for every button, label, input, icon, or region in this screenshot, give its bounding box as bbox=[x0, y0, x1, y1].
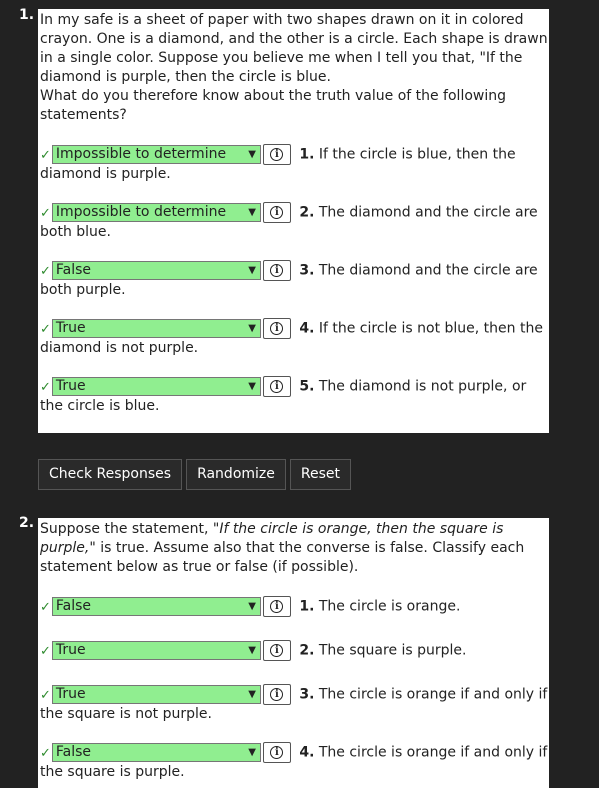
info-button[interactable]: i bbox=[262, 318, 291, 339]
answer-select[interactable]: True ▼ bbox=[51, 319, 261, 338]
check-icon: ✓ bbox=[40, 599, 51, 615]
info-icon: i bbox=[270, 379, 284, 393]
check-icon: ✓ bbox=[40, 263, 51, 279]
check-icon: ✓ bbox=[40, 745, 51, 761]
button-bar: Check Responses Randomize Reset bbox=[38, 459, 355, 490]
answer-select[interactable]: Impossible to determine ▼ bbox=[51, 145, 261, 164]
statement-text: The circle is orange. bbox=[318, 598, 461, 615]
chevron-down-icon: ▼ bbox=[248, 689, 256, 700]
check-icon: ✓ bbox=[40, 687, 51, 703]
check-icon: ✓ bbox=[40, 321, 51, 337]
answer-select[interactable]: True ▼ bbox=[51, 377, 261, 396]
question-number: 2. bbox=[19, 515, 35, 531]
info-button[interactable]: i bbox=[262, 596, 291, 617]
check-icon: ✓ bbox=[40, 147, 51, 163]
answer-select[interactable]: Impossible to determine ▼ bbox=[51, 203, 261, 222]
check-icon: ✓ bbox=[40, 205, 51, 221]
question-prompt: In my safe is a sheet of paper with two … bbox=[40, 12, 548, 123]
info-icon: i bbox=[270, 205, 284, 219]
question-prompt: Suppose the statement, "If the circle is… bbox=[40, 521, 525, 575]
chevron-down-icon: ▼ bbox=[248, 265, 256, 276]
statement-item: ✓ False ▼ i 1. The circle is orange. bbox=[40, 596, 549, 617]
statement-item: ✓ True ▼ i 3. The circle is orange if and o… bbox=[40, 684, 548, 722]
statement-item: ✓ Impossible to determine ▼ i 1. If the cir… bbox=[40, 144, 516, 182]
answer-select[interactable]: False ▼ bbox=[51, 743, 261, 762]
reset-button[interactable]: Reset bbox=[289, 459, 351, 490]
statement-item: ✓ False ▼ i 3. The diamond and the circle a… bbox=[40, 260, 538, 298]
randomize-button[interactable]: Randomize bbox=[186, 459, 286, 490]
chevron-down-icon: ▼ bbox=[248, 207, 256, 218]
question-number: 1. bbox=[19, 7, 35, 23]
info-button[interactable]: i bbox=[262, 376, 291, 397]
question-1-box: In my safe is a sheet of paper with two … bbox=[38, 9, 549, 433]
info-icon: i bbox=[270, 263, 284, 277]
statement-item: ✓ False ▼ i 4. The circle is orange if and … bbox=[40, 742, 548, 780]
statement-item: ✓ True ▼ i 5. The diamond is not purple, or… bbox=[40, 376, 527, 414]
statement-item: ✓ Impossible to determine ▼ i 2. The diamon… bbox=[40, 202, 538, 240]
info-button[interactable]: i bbox=[262, 640, 291, 661]
statement-item: ✓ True ▼ i 4. If the circle is not blue, th… bbox=[40, 318, 543, 356]
answer-select[interactable]: True ▼ bbox=[51, 641, 261, 660]
answer-select[interactable]: False ▼ bbox=[51, 261, 261, 280]
chevron-down-icon: ▼ bbox=[248, 381, 256, 392]
chevron-down-icon: ▼ bbox=[248, 323, 256, 334]
info-button[interactable]: i bbox=[262, 260, 291, 281]
info-button[interactable]: i bbox=[262, 742, 291, 763]
info-button[interactable]: i bbox=[262, 684, 291, 705]
info-icon: i bbox=[270, 321, 284, 335]
check-responses-button[interactable]: Check Responses bbox=[38, 459, 183, 490]
chevron-down-icon: ▼ bbox=[248, 149, 256, 160]
chevron-down-icon: ▼ bbox=[248, 601, 256, 612]
info-button[interactable]: i bbox=[262, 144, 291, 165]
info-icon: i bbox=[270, 687, 284, 701]
info-icon: i bbox=[270, 643, 284, 657]
question-2-box: Suppose the statement, "If the circle is… bbox=[38, 518, 549, 788]
chevron-down-icon: ▼ bbox=[248, 645, 256, 656]
answer-select[interactable]: True ▼ bbox=[51, 685, 261, 704]
info-icon: i bbox=[270, 147, 284, 161]
info-button[interactable]: i bbox=[262, 202, 291, 223]
chevron-down-icon: ▼ bbox=[248, 747, 256, 758]
statement-text: The square is purple. bbox=[318, 642, 467, 659]
check-icon: ✓ bbox=[40, 379, 51, 395]
check-icon: ✓ bbox=[40, 643, 51, 659]
info-icon: i bbox=[270, 599, 284, 613]
statement-item: ✓ True ▼ i 2. The square is purple. bbox=[40, 640, 549, 661]
info-icon: i bbox=[270, 745, 284, 759]
answer-select[interactable]: False ▼ bbox=[51, 597, 261, 616]
